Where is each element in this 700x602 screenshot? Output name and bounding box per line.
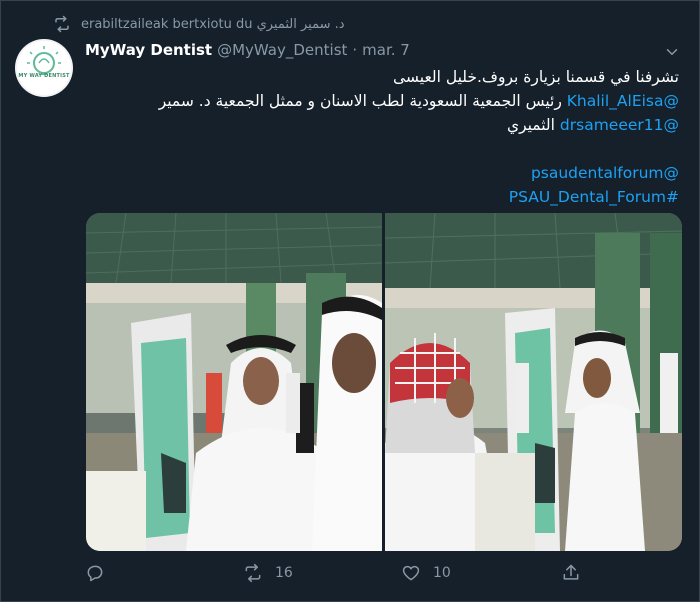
tweet-date[interactable]: mar. 7 (362, 41, 410, 59)
tweet-header: MyWay Dentist @MyWay_Dentist · mar. 7 (85, 41, 410, 59)
chevron-down-icon[interactable] (663, 43, 681, 61)
lightbulb-logo-icon (27, 46, 61, 75)
retweet-context: erabiltzaileak bertxiotu du د. سمير الثم… (53, 13, 345, 35)
author-name[interactable]: MyWay Dentist (85, 41, 212, 59)
avatar-logo-text: MY WAY DENTIST (18, 73, 70, 79)
tweet-photo-1[interactable] (86, 213, 382, 551)
like-count: 10 (433, 565, 451, 581)
tweet-line-text: الثميري (506, 116, 555, 134)
tweet-line: @psaudentalforum (85, 161, 679, 185)
share-icon (561, 563, 581, 583)
retweet-icon (53, 15, 71, 33)
reply-icon (85, 563, 105, 583)
retweet-count: 16 (275, 565, 293, 581)
tweet-text: تشرفنا في قسمنا بزيارة بروف.خليل العيسى … (85, 65, 679, 209)
tweet-line: @drsameeer11 الثميري (85, 113, 679, 137)
retweet-button[interactable]: 16 (243, 563, 293, 583)
mention-link[interactable]: @drsameeer11 (560, 116, 679, 134)
reply-button[interactable] (85, 563, 117, 583)
retweet-context-text[interactable]: erabiltzaileak bertxiotu du د. سمير الثم… (81, 17, 345, 32)
tweet-photo-2[interactable] (385, 213, 682, 551)
tweet-line: تشرفنا في قسمنا بزيارة بروف.خليل العيسى (85, 65, 679, 89)
tweet-line-text: تشرفنا في قسمنا بزيارة بروف.خليل العيسى (393, 68, 679, 86)
avatar[interactable]: MY WAY DENTIST (15, 39, 73, 97)
tweet-line-text: رئيس الجمعية السعودية لطب الاسنان و ممثل… (158, 92, 562, 110)
media-grid (86, 213, 682, 551)
header-separator: · (352, 41, 358, 59)
tweet-card[interactable]: erabiltzaileak bertxiotu du د. سمير الثم… (0, 0, 700, 602)
hashtag-link[interactable]: #PSAU_Dental_Forum (509, 188, 679, 206)
retweet-icon (243, 563, 263, 583)
author-handle[interactable]: @MyWay_Dentist (217, 41, 347, 59)
tweet-line: #PSAU_Dental_Forum (85, 185, 679, 209)
like-button[interactable]: 10 (401, 563, 451, 583)
tweet-actions: 16 10 (85, 561, 585, 589)
share-button[interactable] (561, 563, 581, 583)
mention-link[interactable]: @Khalil_AlEisa (567, 92, 679, 110)
heart-icon (401, 563, 421, 583)
tweet-line: @Khalil_AlEisa رئيس الجمعية السعودية لطب… (85, 89, 679, 113)
mention-link[interactable]: @psaudentalforum (531, 164, 679, 182)
